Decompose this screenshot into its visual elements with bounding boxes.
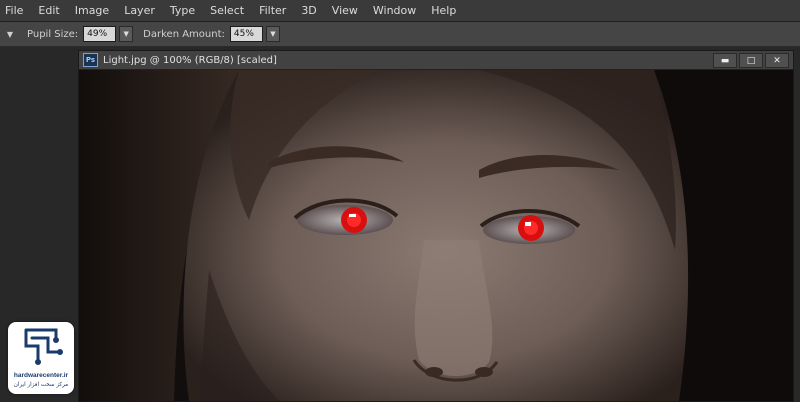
document-title: Light.jpg @ 100% (RGB/8) [scaled] bbox=[103, 54, 277, 66]
menu-help[interactable]: Help bbox=[423, 4, 463, 17]
minimize-icon: ▬ bbox=[720, 55, 730, 66]
tool-options-bar: ▼ Pupil Size: 49% ▼ Darken Amount: 45% ▼ bbox=[0, 22, 800, 47]
menu-filter[interactable]: Filter bbox=[251, 4, 293, 17]
menu-window[interactable]: Window bbox=[365, 4, 423, 17]
window-controls: ▬ □ ✕ bbox=[711, 53, 789, 68]
document-window: Ps Light.jpg @ 100% (RGB/8) [scaled] ▬ □… bbox=[78, 50, 794, 402]
menu-select[interactable]: Select bbox=[202, 4, 251, 17]
menu-edit[interactable]: Edit bbox=[30, 4, 66, 17]
pupil-size-label: Pupil Size: bbox=[27, 28, 79, 40]
menu-layer[interactable]: Layer bbox=[116, 4, 162, 17]
darken-amount-input[interactable]: 45% bbox=[229, 26, 263, 42]
face-photo bbox=[79, 70, 793, 401]
maximize-button[interactable]: □ bbox=[739, 53, 763, 68]
chevron-down-icon: ▼ bbox=[6, 29, 14, 39]
tool-preset-picker[interactable]: ▼ bbox=[3, 26, 17, 42]
circuit-logo-icon bbox=[24, 328, 63, 365]
hardwarecenter-logo: hardwarecenter.ir مرکز سخت افزار ایران bbox=[8, 322, 74, 394]
darken-amount-dropdown-button[interactable]: ▼ bbox=[265, 26, 280, 42]
menu-bar: File Edit Image Layer Type Select Filter… bbox=[0, 0, 800, 22]
darken-amount-label: Darken Amount: bbox=[143, 28, 225, 40]
chevron-down-icon: ▼ bbox=[123, 30, 129, 38]
menu-3d[interactable]: 3D bbox=[293, 4, 323, 17]
document-title-bar[interactable]: Ps Light.jpg @ 100% (RGB/8) [scaled] ▬ □… bbox=[79, 51, 793, 70]
minimize-button[interactable]: ▬ bbox=[713, 53, 737, 68]
menu-file[interactable]: File bbox=[0, 4, 30, 17]
watermark-site-name: hardwarecenter.ir bbox=[13, 372, 69, 379]
close-icon: ✕ bbox=[773, 55, 781, 66]
menu-view[interactable]: View bbox=[324, 4, 365, 17]
menu-type[interactable]: Type bbox=[162, 4, 202, 17]
chevron-down-icon: ▼ bbox=[270, 30, 276, 38]
image-canvas[interactable] bbox=[79, 70, 793, 401]
menu-image[interactable]: Image bbox=[67, 4, 116, 17]
close-button[interactable]: ✕ bbox=[765, 53, 789, 68]
watermark-subtitle: مرکز سخت افزار ایران bbox=[13, 382, 69, 388]
photoshop-app-icon: Ps bbox=[83, 53, 98, 67]
pupil-size-input[interactable]: 49% bbox=[83, 26, 117, 42]
maximize-icon: □ bbox=[746, 55, 756, 66]
pupil-size-dropdown-button[interactable]: ▼ bbox=[119, 26, 134, 42]
